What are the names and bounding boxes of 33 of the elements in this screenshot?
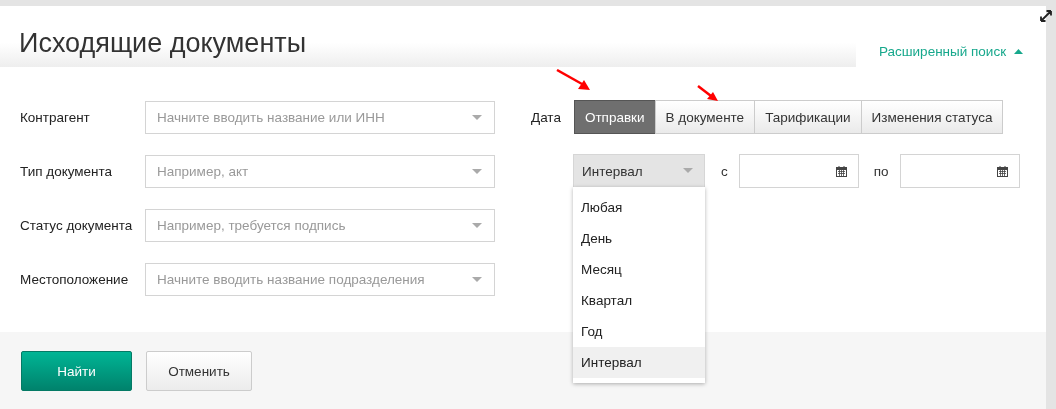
dropdown-option[interactable]: Квартал [573, 285, 705, 316]
date-type-tab[interactable]: Тарификации [754, 100, 862, 134]
field-label: Тип документа [20, 164, 114, 179]
date-type-tab[interactable]: Отправки [573, 100, 656, 134]
period-select[interactable]: Интервал [573, 154, 705, 188]
date-field[interactable] [738, 154, 859, 188]
caret-icon [472, 114, 482, 121]
calendar-icon [835, 165, 847, 177]
annotation-arrow [556, 69, 591, 91]
to-label: по [873, 163, 889, 179]
field-label: Статус документа [20, 218, 134, 233]
caret-icon [472, 222, 482, 229]
caret-icon [472, 168, 482, 175]
date-type-tab[interactable]: Изменения статуса [860, 100, 1004, 134]
dropdown-option[interactable]: Год [573, 316, 705, 347]
expand-icon[interactable] [1040, 10, 1052, 22]
dropdown-option[interactable]: Месяц [573, 254, 705, 285]
dropdown-option[interactable]: Интервал [573, 347, 705, 378]
search-button[interactable]: Найти [21, 351, 132, 391]
dropdown-option[interactable]: Любая [573, 192, 705, 223]
caret-icon [472, 276, 482, 283]
date-type-tab[interactable]: В документе [654, 100, 756, 134]
calendar-icon [996, 165, 1008, 177]
annotation-arrow [697, 85, 719, 102]
from-label: с [721, 163, 728, 179]
field-label: Местоположение [20, 272, 130, 287]
field-label: Контрагент [20, 110, 91, 125]
cancel-button[interactable]: Отменить [146, 351, 252, 391]
page-title: Исходящие документы [19, 28, 307, 59]
date-field[interactable] [899, 154, 1020, 188]
caret-icon [683, 168, 693, 174]
dropdown-option[interactable]: День [573, 223, 705, 254]
date-label: Дата [531, 109, 561, 125]
